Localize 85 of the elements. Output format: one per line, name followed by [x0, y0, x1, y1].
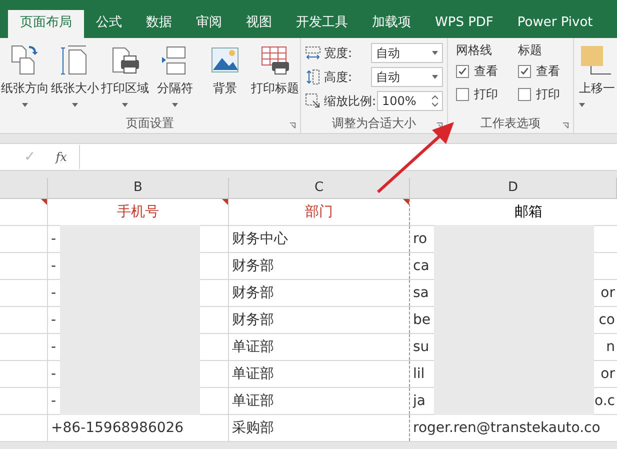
ribbon-button[interactable]: 打印标题 — [250, 42, 300, 113]
table-cell: 财务部 — [229, 307, 410, 333]
phone-text: - — [51, 258, 56, 274]
checkbox[interactable]: 查看 — [518, 62, 560, 81]
group-title: 工作表选项 — [480, 114, 540, 132]
caret-icon — [22, 103, 28, 107]
phone-text: - — [51, 393, 56, 409]
table-cell: 财务中心 — [229, 226, 410, 252]
phone-text: - — [51, 312, 56, 328]
ribbon-tab[interactable]: 开发工具 — [284, 10, 360, 38]
ribbon-button[interactable]: 背景 — [200, 42, 250, 113]
group-title: 页面设置 — [126, 114, 174, 132]
height-icon — [305, 69, 321, 85]
field-label: 缩放比例: — [324, 92, 377, 110]
email-text: roger.ren@transtekauto.co — [413, 419, 600, 438]
email-text: su — [413, 338, 430, 357]
phone-text: - — [51, 285, 56, 301]
ribbon-button[interactable]: 纸张方向 — [0, 42, 50, 113]
phone-text: +86-15968986026 — [51, 420, 184, 436]
table-cell: 采购部 — [229, 415, 410, 441]
ribbon-tab[interactable]: 公式 — [84, 10, 134, 38]
caret-icon — [172, 103, 178, 107]
ribbon-tab[interactable]: Power Pivot — [505, 10, 605, 38]
caret-icon — [579, 103, 585, 107]
dialog-launcher-icon[interactable] — [562, 122, 569, 129]
field-label: 高度: — [324, 68, 354, 86]
orientation-icon — [9, 44, 41, 76]
option-heading: 标题 — [518, 42, 543, 58]
bring-forward-icon — [579, 44, 611, 76]
email-fragment: or — [600, 365, 615, 384]
email-fragment: or — [600, 284, 615, 303]
checkmark-icon — [519, 66, 530, 77]
table-cell: 单证部 — [229, 361, 410, 387]
header-cell-text: 邮箱 — [514, 203, 544, 222]
dropdown-field[interactable]: 自动 — [371, 43, 443, 63]
caret-icon — [72, 103, 78, 107]
email-text: ja — [413, 392, 426, 411]
group-title: 调整为合适大小 — [332, 114, 416, 132]
caret-icon — [122, 103, 128, 107]
header-cell: 部门 — [229, 199, 410, 225]
column-header[interactable]: D — [410, 178, 617, 198]
spinner-arrows-icon[interactable] — [432, 95, 438, 107]
ribbon-button[interactable]: 纸张大小 — [50, 42, 100, 113]
field-label: 宽度: — [324, 44, 354, 62]
email-text: lil — [413, 365, 425, 384]
spinner-field[interactable]: 100% — [377, 91, 443, 111]
ribbon-tab[interactable]: 页面布局 — [8, 10, 84, 38]
caret-icon — [432, 51, 438, 55]
email-text: sa — [413, 284, 429, 303]
table-cell: 财务部 — [229, 280, 410, 306]
insert-function-button[interactable]: fx — [56, 150, 67, 164]
checkbox[interactable]: 打印 — [518, 85, 560, 104]
ribbon-tab[interactable]: 视图 — [234, 10, 284, 38]
checkbox[interactable]: 打印 — [456, 85, 498, 104]
dialog-launcher-icon[interactable] — [289, 122, 296, 129]
column-header[interactable]: C — [229, 178, 410, 198]
checkmark-icon — [457, 66, 468, 77]
phone-text: - — [51, 366, 56, 382]
ribbon-tab[interactable]: 数据 — [134, 10, 184, 38]
option-heading: 网格线 — [456, 42, 493, 58]
dropdown-field[interactable]: 自动 — [371, 67, 443, 87]
ribbon-button[interactable]: 上移一 — [578, 42, 617, 109]
checkbox[interactable]: 查看 — [456, 62, 498, 81]
email-fragment: co — [598, 311, 615, 330]
dialog-launcher-icon[interactable] — [436, 122, 443, 129]
email-text: ca — [413, 257, 430, 276]
ribbon-tab[interactable]: 加载项 — [360, 10, 423, 38]
column-header[interactable]: B — [48, 178, 229, 198]
table-cell: 单证部 — [229, 388, 410, 414]
print-titles-icon — [259, 44, 291, 76]
email-text: ro — [413, 230, 428, 249]
ribbon-button[interactable]: 打印区域 — [100, 42, 150, 113]
caret-icon — [432, 75, 438, 79]
ribbon-tab[interactable]: 审阅 — [184, 10, 234, 38]
table-cell: 单证部 — [229, 334, 410, 360]
email-fragment: n — [606, 338, 615, 357]
phone-text: - — [51, 339, 56, 355]
ribbon-button[interactable]: 分隔符 — [150, 42, 200, 113]
email-text: be — [413, 311, 430, 330]
table-cell: 财务部 — [229, 253, 410, 279]
width-icon — [305, 45, 321, 61]
phone-text: - — [51, 231, 56, 247]
email-fragment: o.c — [594, 392, 615, 411]
ribbon-tab[interactable]: WPS PDF — [423, 10, 506, 38]
scale-icon — [305, 93, 321, 109]
